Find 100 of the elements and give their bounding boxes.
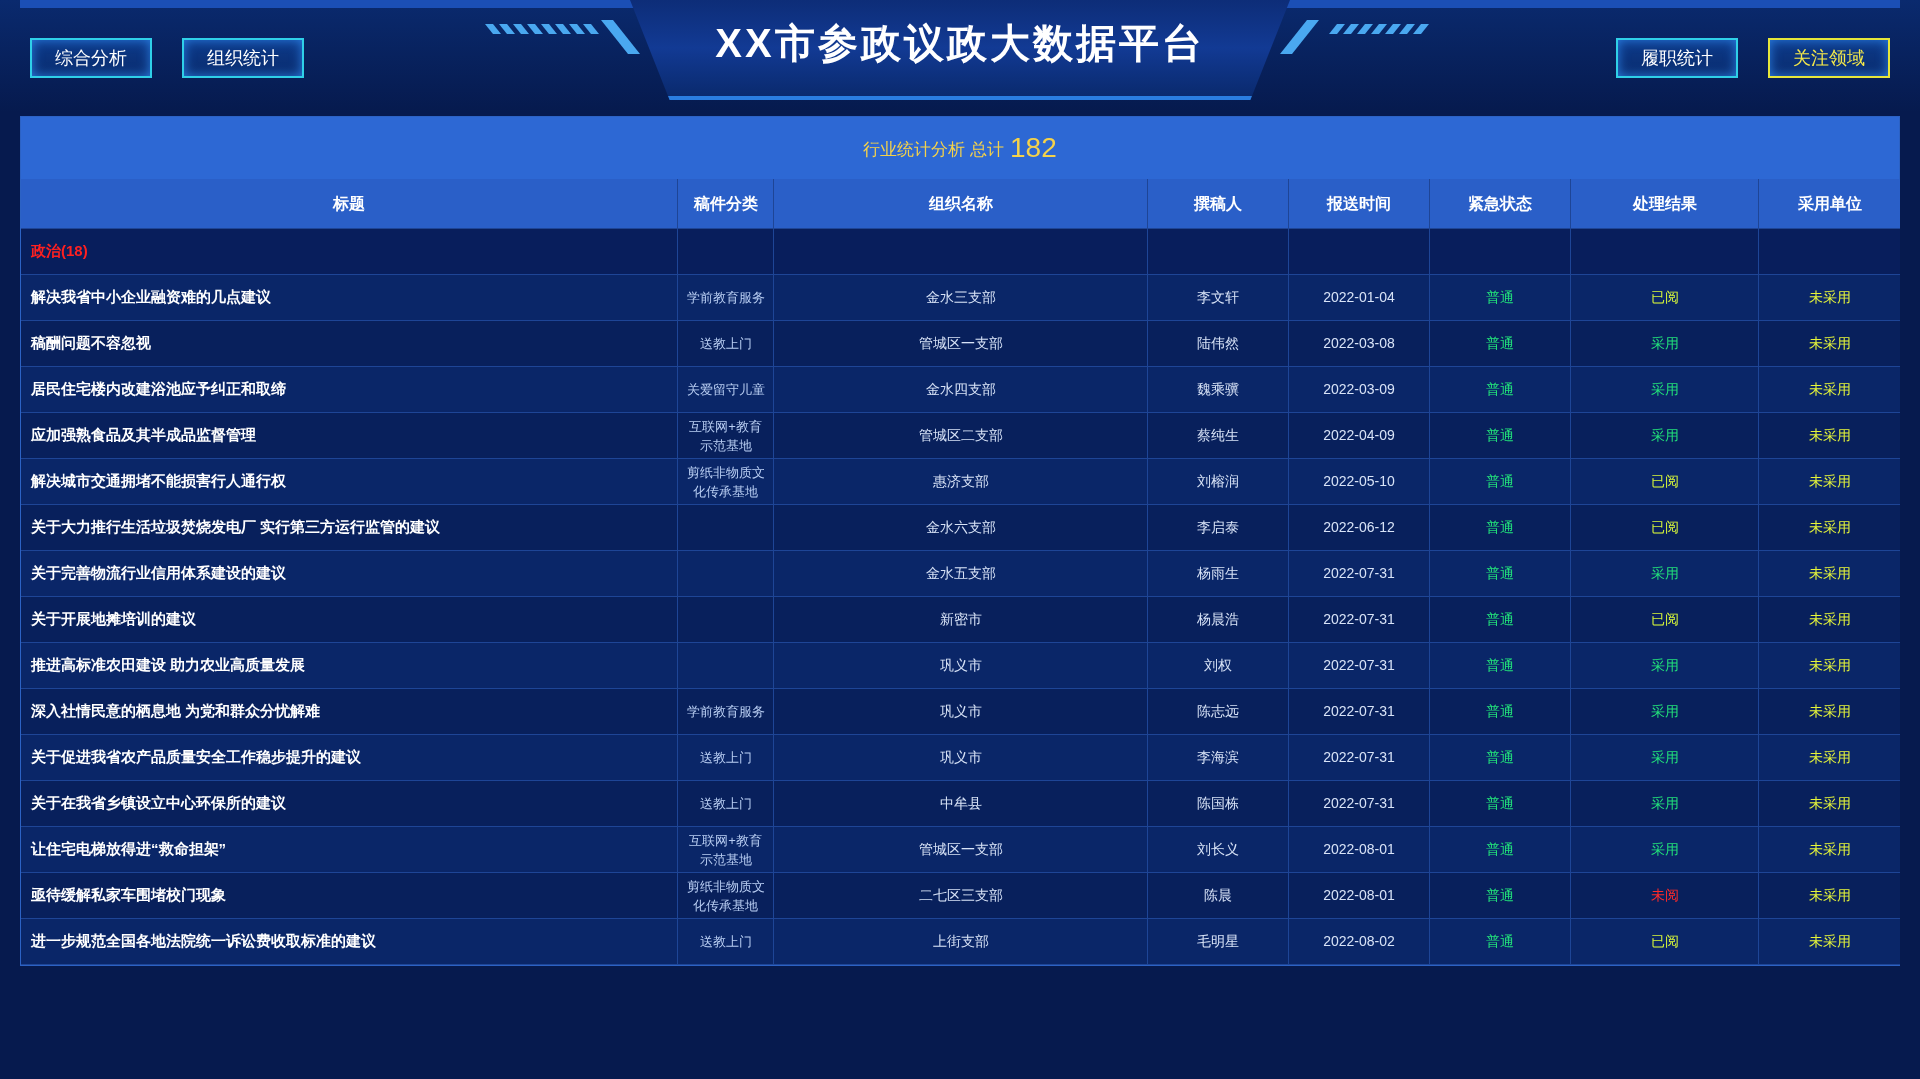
row-title: 解决城市交通拥堵不能损害行人通行权 xyxy=(21,459,678,505)
urgency-status: 普通 xyxy=(1430,459,1571,505)
row-title: 关于开展地摊培训的建议 xyxy=(21,597,678,643)
table-cell: 2022-06-12 xyxy=(1289,505,1430,551)
row-title: 让住宅电梯放得进“救命担架” xyxy=(21,827,678,873)
adoption-status: 未采用 xyxy=(1759,505,1900,551)
table-cell: 李海滨 xyxy=(1148,735,1289,781)
table-cell: 惠济支部 xyxy=(774,459,1148,505)
table-cell: 巩义市 xyxy=(774,735,1148,781)
table-cell: 新密市 xyxy=(774,597,1148,643)
adoption-status: 未采用 xyxy=(1759,597,1900,643)
table-cell: 2022-04-09 xyxy=(1289,413,1430,459)
adoption-status: 未采用 xyxy=(1759,367,1900,413)
adoption-status: 未采用 xyxy=(1759,735,1900,781)
table-cell: 管城区一支部 xyxy=(774,321,1148,367)
table-cell: 李文轩 xyxy=(1148,275,1289,321)
category-text: 送教上门 xyxy=(678,735,774,781)
result-status: 已阅 xyxy=(1571,275,1759,321)
result-status: 已阅 xyxy=(1571,919,1759,965)
table-cell: 陈晨 xyxy=(1148,873,1289,919)
nav-tab[interactable]: 组织统计 xyxy=(182,38,304,78)
adoption-status: 未采用 xyxy=(1759,459,1900,505)
page-title: XX市参政议政大数据平台 xyxy=(715,20,1205,67)
table-cell: 2022-07-31 xyxy=(1289,781,1430,827)
table-cell: 2022-07-31 xyxy=(1289,643,1430,689)
result-status: 采用 xyxy=(1571,827,1759,873)
table-cell: 金水三支部 xyxy=(774,275,1148,321)
total-count: 182 xyxy=(1010,131,1057,165)
table-cell: 2022-07-31 xyxy=(1289,597,1430,643)
table-cell: 2022-08-02 xyxy=(1289,919,1430,965)
urgency-status: 普通 xyxy=(1430,643,1571,689)
table-cell: 刘权 xyxy=(1148,643,1289,689)
table-cell: 陈志远 xyxy=(1148,689,1289,735)
table-cell: 上街支部 xyxy=(774,919,1148,965)
table-cell: 魏乘骥 xyxy=(1148,367,1289,413)
nav-tab[interactable]: 履职统计 xyxy=(1616,38,1738,78)
row-title: 推进高标准农田建设 助力农业高质量发展 xyxy=(21,643,678,689)
column-header: 稿件分类 xyxy=(678,179,774,229)
adoption-status: 未采用 xyxy=(1759,827,1900,873)
table-caption: 行业统计分析 总计 xyxy=(863,139,1004,162)
adoption-status: 未采用 xyxy=(1759,413,1900,459)
nav-tab[interactable]: 综合分析 xyxy=(30,38,152,78)
table-cell: 2022-07-31 xyxy=(1289,689,1430,735)
urgency-status: 普通 xyxy=(1430,689,1571,735)
nav-tab[interactable]: 关注领域 xyxy=(1768,38,1890,78)
adoption-status: 未采用 xyxy=(1759,643,1900,689)
result-status: 采用 xyxy=(1571,321,1759,367)
table-cell: 金水六支部 xyxy=(774,505,1148,551)
category-text: 互联网+教育示范基地 xyxy=(678,413,774,459)
urgency-status: 普通 xyxy=(1430,321,1571,367)
urgency-status: 普通 xyxy=(1430,367,1571,413)
table-cell: 刘长义 xyxy=(1148,827,1289,873)
table-cell: 杨雨生 xyxy=(1148,551,1289,597)
row-title: 亟待缓解私家车围堵校门现象 xyxy=(21,873,678,919)
table-cell: 毛明星 xyxy=(1148,919,1289,965)
adoption-status: 未采用 xyxy=(1759,321,1900,367)
urgency-status: 普通 xyxy=(1430,919,1571,965)
row-title: 解决我省中小企业融资难的几点建议 xyxy=(21,275,678,321)
category-text: 剪纸非物质文化传承基地 xyxy=(678,459,774,505)
column-header: 处理结果 xyxy=(1571,179,1759,229)
result-status: 已阅 xyxy=(1571,459,1759,505)
urgency-status: 普通 xyxy=(1430,873,1571,919)
column-header: 报送时间 xyxy=(1289,179,1430,229)
table-cell: 中牟县 xyxy=(774,781,1148,827)
column-header: 组织名称 xyxy=(774,179,1148,229)
urgency-status: 普通 xyxy=(1430,505,1571,551)
category-text: 剪纸非物质文化传承基地 xyxy=(678,873,774,919)
table-cell: 2022-07-31 xyxy=(1289,735,1430,781)
row-title: 关于促进我省农产品质量安全工作稳步提升的建议 xyxy=(21,735,678,781)
table-cell: 管城区一支部 xyxy=(774,827,1148,873)
result-status: 采用 xyxy=(1571,643,1759,689)
adoption-status: 未采用 xyxy=(1759,551,1900,597)
result-status: 已阅 xyxy=(1571,597,1759,643)
row-title: 深入社情民意的栖息地 为党和群众分忧解难 xyxy=(21,689,678,735)
row-title: 应加强熟食品及其半成品监督管理 xyxy=(21,413,678,459)
table-cell: 2022-03-09 xyxy=(1289,367,1430,413)
row-title: 关于大力推行生活垃圾焚烧发电厂 实行第三方运行监管的建议 xyxy=(21,505,678,551)
urgency-status: 普通 xyxy=(1430,781,1571,827)
table-cell: 杨晨浩 xyxy=(1148,597,1289,643)
category-text: 送教上门 xyxy=(678,321,774,367)
urgency-status: 普通 xyxy=(1430,413,1571,459)
row-title: 关于完善物流行业信用体系建设的建议 xyxy=(21,551,678,597)
table-cell: 金水四支部 xyxy=(774,367,1148,413)
row-title: 居民住宅楼内改建浴池应予纠正和取缔 xyxy=(21,367,678,413)
category-text: 学前教育服务 xyxy=(678,689,774,735)
result-status: 采用 xyxy=(1571,735,1759,781)
urgency-status: 普通 xyxy=(1430,735,1571,781)
table-cell: 巩义市 xyxy=(774,643,1148,689)
table-cell: 2022-07-31 xyxy=(1289,551,1430,597)
table-cell: 二七区三支部 xyxy=(774,873,1148,919)
result-status: 采用 xyxy=(1571,781,1759,827)
urgency-status: 普通 xyxy=(1430,551,1571,597)
result-status: 采用 xyxy=(1571,413,1759,459)
category-text: 送教上门 xyxy=(678,919,774,965)
table-cell: 2022-08-01 xyxy=(1289,873,1430,919)
table-cell: 金水五支部 xyxy=(774,551,1148,597)
column-header: 采用单位 xyxy=(1759,179,1900,229)
adoption-status: 未采用 xyxy=(1759,275,1900,321)
column-header: 撰稿人 xyxy=(1148,179,1289,229)
table-cell: 巩义市 xyxy=(774,689,1148,735)
